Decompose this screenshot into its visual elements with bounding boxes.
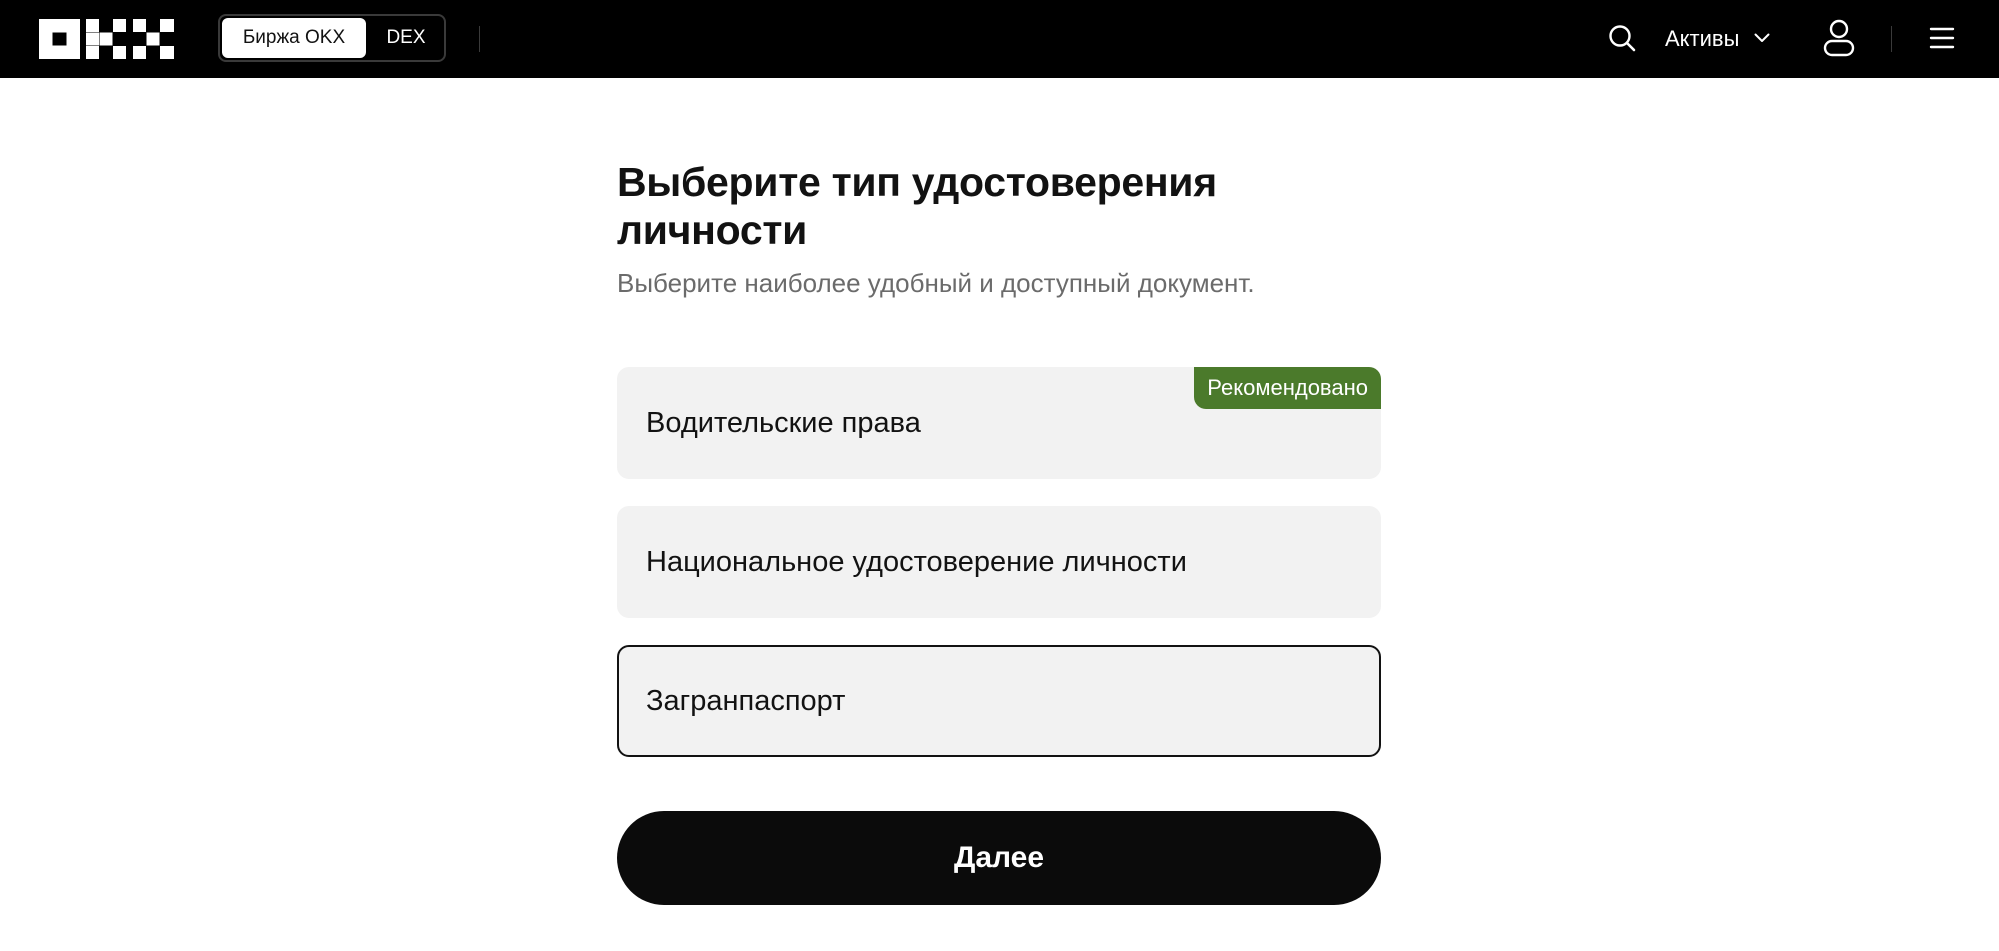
header-divider: [479, 26, 480, 52]
exchange-dex-switch: Биржа OKX DEX: [218, 14, 446, 62]
hamburger-menu-icon: [1929, 27, 1955, 49]
option-national-id[interactable]: Национальное удостоверение личности: [617, 506, 1381, 618]
search-button[interactable]: [1607, 23, 1637, 53]
recommended-badge: Рекомендовано: [1194, 367, 1381, 409]
chevron-down-icon: [1754, 33, 1770, 43]
option-label: Водительские права: [646, 407, 921, 439]
top-navigation-bar: Биржа OKX DEX Активы: [0, 0, 1999, 78]
option-passport[interactable]: Загранпаспорт: [617, 645, 1381, 757]
user-profile-button[interactable]: [1823, 19, 1855, 57]
assets-dropdown[interactable]: Активы: [1665, 22, 1770, 56]
assets-label: Активы: [1665, 26, 1740, 51]
search-icon: [1609, 25, 1636, 52]
main-menu-button[interactable]: [1929, 25, 1955, 51]
page-subtitle: Выберите наиболее удобный и доступный до…: [617, 268, 1255, 298]
tab-okx-exchange[interactable]: Биржа OKX: [222, 18, 366, 58]
user-icon: [1823, 19, 1855, 57]
next-button[interactable]: Далее: [617, 811, 1381, 905]
option-label: Загранпаспорт: [646, 685, 846, 717]
page-title: Выберите тип удостоверения личности: [617, 159, 1217, 253]
id-type-options: Водительские права Рекомендовано Национа…: [617, 367, 1381, 784]
id-type-selection: Выберите тип удостоверения личности Выбе…: [617, 158, 1381, 905]
option-label: Национальное удостоверение личности: [646, 546, 1187, 578]
option-drivers-license[interactable]: Водительские права Рекомендовано: [617, 367, 1381, 479]
header-divider: [1891, 26, 1892, 52]
tab-dex[interactable]: DEX: [370, 18, 442, 58]
okx-logo[interactable]: [39, 19, 174, 59]
okx-logo-icon: [39, 19, 174, 59]
